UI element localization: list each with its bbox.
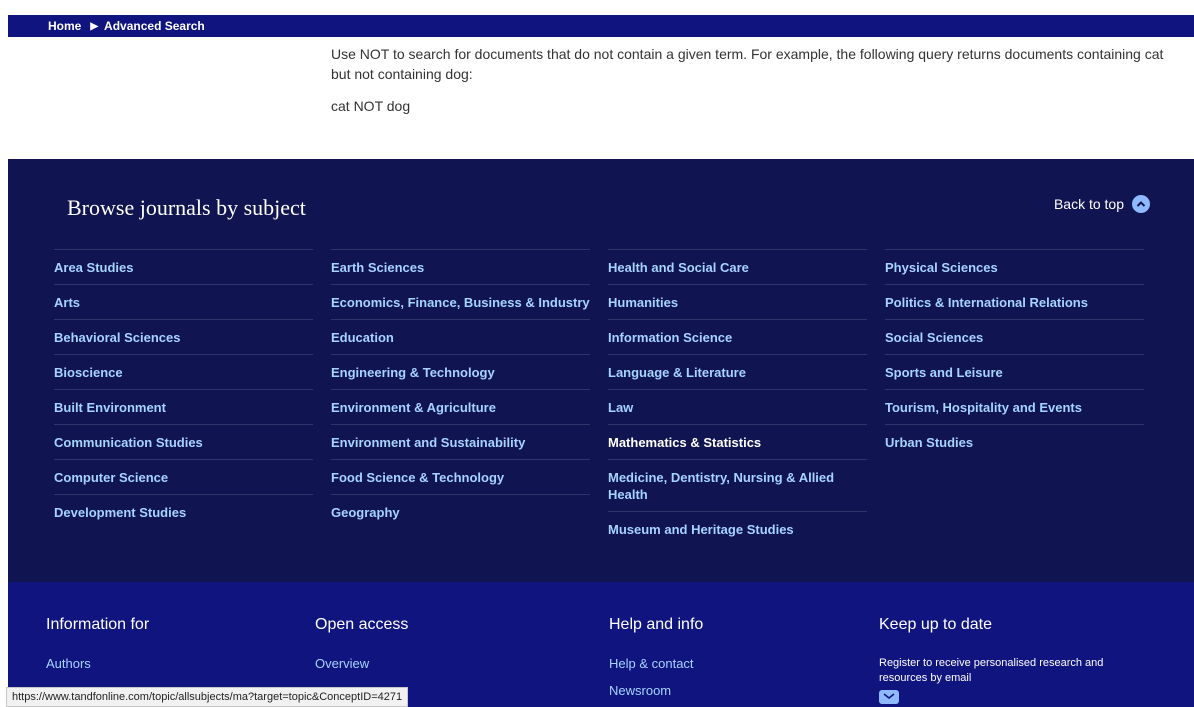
- subject-link[interactable]: Development Studies: [54, 494, 313, 529]
- breadcrumb: Home ▶ Advanced Search: [8, 15, 1194, 37]
- footer-heading: Help and info: [609, 616, 704, 633]
- subject-link[interactable]: Politics & International Relations: [885, 284, 1144, 319]
- subject-link[interactable]: Law: [608, 389, 867, 424]
- subject-link[interactable]: Area Studies: [54, 249, 313, 284]
- subject-link[interactable]: Tourism, Hospitality and Events: [885, 389, 1144, 424]
- footer-open-access: Open access Overview: [315, 616, 408, 683]
- subject-link[interactable]: Museum and Heritage Studies: [608, 511, 867, 546]
- subject-column-2: Earth Sciences Economics, Finance, Busin…: [331, 249, 590, 529]
- footer-heading: Information for: [46, 616, 150, 633]
- subject-link[interactable]: Education: [331, 319, 590, 354]
- subject-link[interactable]: Sports and Leisure: [885, 354, 1144, 389]
- search-help-text: Use NOT to search for documents that do …: [331, 44, 1171, 128]
- browse-journals-panel: Browse journals by subject Back to top A…: [8, 159, 1194, 582]
- breadcrumb-current: Advanced Search: [104, 19, 205, 33]
- subject-link[interactable]: Environment and Sustainability: [331, 424, 590, 459]
- subject-link[interactable]: Language & Literature: [608, 354, 867, 389]
- breadcrumb-home[interactable]: Home: [48, 19, 81, 33]
- subject-link[interactable]: Built Environment: [54, 389, 313, 424]
- envelope-icon[interactable]: [879, 690, 899, 704]
- subject-link[interactable]: Health and Social Care: [608, 249, 867, 284]
- subject-column-4: Physical Sciences Politics & Internation…: [885, 249, 1144, 459]
- footer-help-info: Help and info Help & contact Newsroom: [609, 616, 703, 707]
- subject-link[interactable]: Earth Sciences: [331, 249, 590, 284]
- help-paragraph: Use NOT to search for documents that do …: [331, 46, 1164, 82]
- subject-link[interactable]: Environment & Agriculture: [331, 389, 590, 424]
- footer-information-for: Information for Authors: [46, 616, 149, 683]
- subject-column-1: Area Studies Arts Behavioral Sciences Bi…: [54, 249, 313, 529]
- subject-link[interactable]: Medicine, Dentistry, Nursing & Allied He…: [608, 459, 867, 511]
- subject-link[interactable]: Economics, Finance, Business & Industry: [331, 284, 590, 319]
- subject-link[interactable]: Engineering & Technology: [331, 354, 590, 389]
- subject-link[interactable]: Humanities: [608, 284, 867, 319]
- footer-link-help-contact[interactable]: Help & contact: [609, 656, 703, 671]
- subject-link[interactable]: Social Sciences: [885, 319, 1144, 354]
- footer-link-overview[interactable]: Overview: [315, 656, 408, 671]
- subject-link[interactable]: Information Science: [608, 319, 867, 354]
- back-to-top-label: Back to top: [1053, 196, 1124, 212]
- subject-link[interactable]: Urban Studies: [885, 424, 1144, 459]
- footer-keep-up-to-date: Keep up to date Register to receive pers…: [879, 616, 1139, 704]
- subject-link[interactable]: Behavioral Sciences: [54, 319, 313, 354]
- subject-link[interactable]: Physical Sciences: [885, 249, 1144, 284]
- subject-column-3: Health and Social Care Humanities Inform…: [608, 249, 867, 546]
- footer-heading: Keep up to date: [879, 616, 992, 633]
- subject-link[interactable]: Food Science & Technology: [331, 459, 590, 494]
- status-bar-url: https://www.tandfonline.com/topic/allsub…: [6, 687, 409, 707]
- back-to-top-link[interactable]: Back to top: [1054, 195, 1150, 213]
- subject-link[interactable]: Geography: [331, 494, 590, 529]
- footer-link-newsroom[interactable]: Newsroom: [609, 683, 703, 698]
- triangle-right-icon: ▶: [90, 20, 99, 32]
- subject-link[interactable]: Arts: [54, 284, 313, 319]
- footer-link-authors[interactable]: Authors: [46, 656, 149, 671]
- browse-title: Browse journals by subject: [67, 195, 306, 220]
- subject-link[interactable]: Communication Studies: [54, 424, 313, 459]
- chevron-up-icon: [1132, 195, 1150, 213]
- email-signup-note: Register to receive personalised researc…: [879, 657, 1104, 684]
- subject-link-hovered[interactable]: Mathematics & Statistics: [608, 424, 867, 459]
- subject-link[interactable]: Bioscience: [54, 354, 313, 389]
- page: Home ▶ Advanced Search Use NOT to search…: [0, 0, 1194, 707]
- subject-link[interactable]: Computer Science: [54, 459, 313, 494]
- footer-heading: Open access: [315, 616, 409, 633]
- help-example: cat NOT dog: [331, 98, 411, 114]
